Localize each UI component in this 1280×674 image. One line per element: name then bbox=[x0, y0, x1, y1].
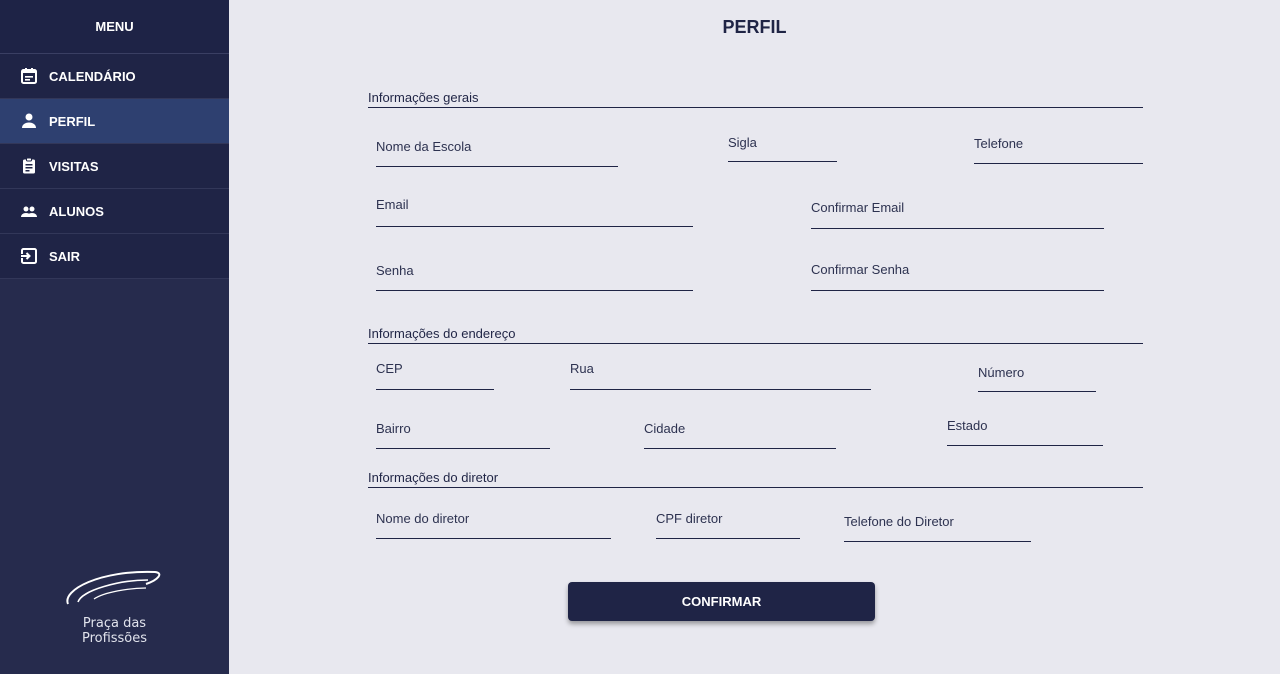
state-field[interactable]: Estado bbox=[947, 418, 1103, 446]
section-address-info: Informações do endereço bbox=[368, 326, 1143, 344]
street-field[interactable]: Rua bbox=[570, 361, 871, 390]
logo-line-1: Praça das bbox=[82, 616, 147, 631]
sidebar-item-alunos[interactable]: ALUNOS bbox=[0, 189, 229, 234]
city-field[interactable]: Cidade bbox=[644, 421, 836, 449]
swoosh-logo-icon bbox=[65, 570, 160, 605]
school-name-field[interactable]: Nome da Escola bbox=[376, 139, 618, 167]
confirm-password-field[interactable]: Confirmar Senha bbox=[811, 262, 1104, 291]
number-field[interactable]: Número bbox=[978, 365, 1096, 392]
group-icon bbox=[20, 202, 38, 220]
director-name-field[interactable]: Nome do diretor bbox=[376, 511, 611, 539]
acronym-field[interactable]: Sigla bbox=[728, 135, 837, 162]
sidebar-item-label: CALENDÁRIO bbox=[49, 68, 136, 84]
main-content: PERFIL Informações gerais Nome da Escola… bbox=[229, 0, 1280, 674]
cep-field[interactable]: CEP bbox=[376, 361, 494, 390]
confirm-email-field[interactable]: Confirmar Email bbox=[811, 200, 1104, 229]
neighborhood-field[interactable]: Bairro bbox=[376, 421, 550, 449]
logout-icon bbox=[20, 247, 38, 265]
sidebar-item-visitas[interactable]: VISITAS bbox=[0, 144, 229, 189]
sidebar-item-sair[interactable]: SAIR bbox=[0, 234, 229, 279]
sidebar-item-calendario[interactable]: CALENDÁRIO bbox=[0, 54, 229, 99]
phone-field[interactable]: Telefone bbox=[974, 136, 1143, 164]
director-phone-field[interactable]: Telefone do Diretor bbox=[844, 514, 1031, 542]
calendar-icon bbox=[20, 67, 38, 85]
sidebar-item-perfil[interactable]: PERFIL bbox=[0, 99, 229, 144]
app-logo: Praça das Profissões bbox=[0, 566, 229, 646]
logo-line-2: Profissões bbox=[81, 631, 148, 646]
clipboard-icon bbox=[20, 157, 38, 175]
confirm-button[interactable]: CONFIRMAR bbox=[568, 582, 875, 621]
sidebar-item-label: ALUNOS bbox=[49, 203, 104, 219]
sidebar: MENU CALENDÁRIO PERFIL VISITAS ALUNOS SA… bbox=[0, 0, 229, 674]
email-field[interactable]: Email bbox=[376, 197, 693, 227]
page-title: PERFIL bbox=[722, 17, 787, 37]
sidebar-item-label: SAIR bbox=[49, 248, 81, 264]
sidebar-item-label: VISITAS bbox=[49, 158, 99, 174]
password-field[interactable]: Senha bbox=[376, 263, 693, 291]
director-cpf-field[interactable]: CPF diretor bbox=[656, 511, 800, 539]
person-icon bbox=[20, 112, 38, 130]
menu-header: MENU bbox=[0, 0, 229, 54]
section-general-info: Informações gerais bbox=[368, 90, 1143, 108]
section-director-info: Informações do diretor bbox=[368, 470, 1143, 488]
sidebar-item-label: PERFIL bbox=[49, 113, 96, 129]
